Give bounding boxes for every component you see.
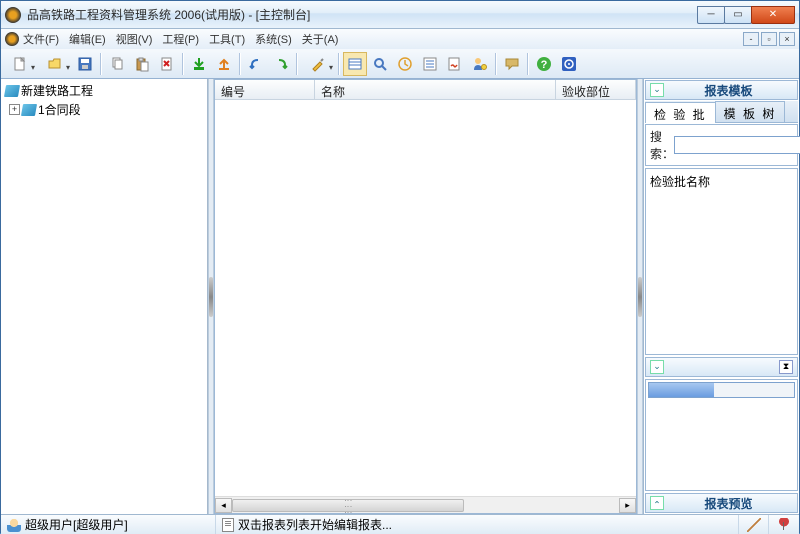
save-button[interactable] — [73, 52, 97, 76]
status-pin-cell[interactable] — [769, 515, 799, 534]
tab-inspect[interactable]: 检 验 批 — [645, 102, 716, 123]
inspect-list[interactable]: 检验批名称 — [645, 168, 798, 355]
menu-about[interactable]: 关于(A) — [302, 31, 339, 47]
copy-button[interactable] — [105, 52, 129, 76]
form-view-button[interactable] — [343, 52, 367, 76]
toolbar: ▾ ▾ ▾ ? — [1, 49, 799, 79]
col-id[interactable]: 编号 — [215, 80, 315, 99]
status-user-cell: 超级用户[超级用户] — [1, 515, 216, 534]
pencil-icon — [747, 518, 761, 532]
paste-button[interactable] — [130, 52, 154, 76]
tool-dropdown-button[interactable]: ▾ — [301, 52, 335, 76]
report-template-title: 报表模板 — [664, 82, 793, 99]
pin-icon — [778, 518, 790, 532]
status-hint-cell: 双击报表列表开始编辑报表... — [216, 515, 739, 534]
status-hint: 双击报表列表开始编辑报表... — [238, 516, 392, 533]
grid-header: 编号 名称 验收部位 — [215, 80, 636, 100]
grid-body[interactable] — [215, 100, 636, 496]
help-button[interactable]: ? — [532, 52, 556, 76]
tree-child-label: 1合同段 — [38, 101, 81, 118]
import-green-button[interactable] — [187, 52, 211, 76]
menu-edit[interactable]: 编辑(E) — [69, 31, 106, 47]
menu-system[interactable]: 系统(S) — [255, 31, 292, 47]
status-edit-cell[interactable] — [739, 515, 769, 534]
tree-root[interactable]: 新建铁路工程 — [3, 81, 205, 100]
search-button[interactable] — [368, 52, 392, 76]
mdi-icon — [5, 32, 19, 46]
document-icon — [222, 518, 234, 532]
search-row: 搜索： — [645, 124, 798, 166]
progress-panel — [645, 379, 798, 491]
undo-button[interactable] — [244, 52, 268, 76]
status-bar: 超级用户[超级用户] 双击报表列表开始编辑报表... — [1, 514, 799, 534]
hourglass-icon[interactable]: ⧗ — [779, 360, 793, 374]
progress-header[interactable]: ⌄ ⧗ — [645, 357, 798, 377]
tree-child[interactable]: + 1合同段 — [3, 100, 205, 119]
open-button[interactable]: ▾ — [38, 52, 72, 76]
preview-header[interactable]: ⌄ 报表预览 — [645, 493, 798, 513]
export-orange-button[interactable] — [212, 52, 236, 76]
app-icon — [5, 7, 21, 23]
template-tabs: 检 验 批 模 板 树 — [645, 101, 798, 123]
menu-bar: 文件(F) 编辑(E) 视图(V) 工程(P) 工具(T) 系统(S) 关于(A… — [1, 29, 799, 49]
collapse-icon-2[interactable]: ⌄ — [650, 360, 664, 374]
expand-icon-2[interactable]: ⌄ — [650, 496, 664, 510]
sign-button[interactable] — [443, 52, 467, 76]
horizontal-scrollbar[interactable]: ◂ ▸ — [215, 496, 636, 513]
menu-file[interactable]: 文件(F) — [23, 31, 59, 47]
report-preview-title: 报表预览 — [664, 495, 793, 512]
window-title: 品高铁路工程资料管理系统 2006(试用版) - [主控制台] — [27, 6, 698, 23]
history-button[interactable] — [393, 52, 417, 76]
col-name[interactable]: 名称 — [315, 80, 556, 99]
collapse-icon[interactable]: ⌄ — [650, 83, 664, 97]
grid-panel: 编号 名称 验收部位 ◂ ▸ — [214, 79, 637, 514]
delete-button[interactable] — [155, 52, 179, 76]
menu-view[interactable]: 视图(V) — [116, 31, 153, 47]
redo-button[interactable] — [269, 52, 293, 76]
project-icon — [4, 85, 20, 97]
inspect-name-label: 检验批名称 — [650, 175, 710, 189]
mdi-minimize[interactable]: - — [743, 32, 759, 46]
svg-text:?: ? — [541, 59, 548, 71]
mdi-restore[interactable]: ▫ — [761, 32, 777, 46]
tree-root-label: 新建铁路工程 — [21, 82, 93, 99]
menu-tools[interactable]: 工具(T) — [209, 31, 245, 47]
tab-template-tree[interactable]: 模 板 树 — [715, 101, 786, 122]
menu-project[interactable]: 工程(P) — [162, 31, 199, 47]
search-input[interactable] — [674, 136, 800, 154]
user-icon — [7, 518, 21, 532]
maximize-button[interactable]: ▭ — [724, 6, 752, 24]
info-button[interactable] — [557, 52, 581, 76]
report-template-header[interactable]: ⌄ 报表模板 — [645, 80, 798, 100]
scroll-left[interactable]: ◂ — [215, 498, 232, 513]
search-label: 搜索： — [650, 128, 674, 162]
close-button[interactable]: ✕ — [751, 6, 795, 24]
chat-button[interactable] — [500, 52, 524, 76]
titlebar: 品高铁路工程资料管理系统 2006(试用版) - [主控制台] ─ ▭ ✕ — [1, 1, 799, 29]
minimize-button[interactable]: ─ — [697, 6, 725, 24]
expand-icon[interactable]: + — [9, 104, 20, 115]
right-sidebar: ⌄ 报表模板 检 验 批 模 板 树 搜索： 检验批名称 ⌄ ⧗ — [643, 79, 799, 514]
list-button[interactable] — [418, 52, 442, 76]
progress-bar — [648, 382, 795, 398]
status-user: 超级用户[超级用户] — [25, 516, 128, 533]
scroll-thumb[interactable] — [232, 499, 464, 512]
col-accept[interactable]: 验收部位 — [556, 80, 636, 99]
user-manage-button[interactable] — [468, 52, 492, 76]
section-icon — [21, 104, 37, 116]
scroll-right[interactable]: ▸ — [619, 498, 636, 513]
new-button[interactable]: ▾ — [3, 52, 37, 76]
mdi-close[interactable]: × — [779, 32, 795, 46]
tree-panel: 新建铁路工程 + 1合同段 — [1, 79, 208, 514]
